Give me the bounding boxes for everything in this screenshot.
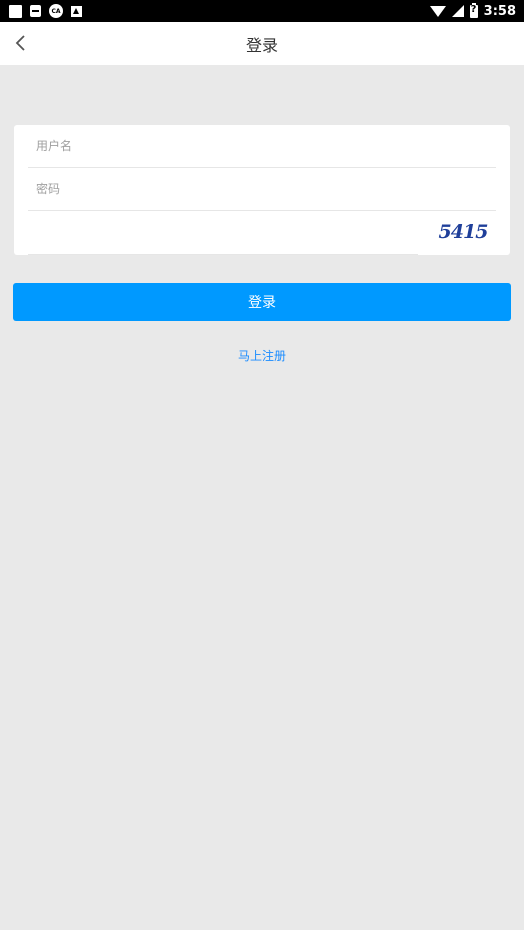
password-field-row xyxy=(28,168,496,211)
page-title: 登录 xyxy=(245,35,278,55)
sim-card-icon xyxy=(30,5,41,17)
nav-bar: 登录 xyxy=(0,22,524,65)
username-field-row xyxy=(28,125,496,168)
username-input[interactable] xyxy=(28,139,496,153)
battery-icon xyxy=(469,2,478,18)
status-right-icons: 3:58 xyxy=(429,2,516,19)
captcha-graphic: 5415 xyxy=(439,221,490,243)
login-button[interactable]: 登录 xyxy=(13,283,511,321)
status-left-icons: CA xyxy=(9,4,82,18)
login-button-label: 登录 xyxy=(248,295,276,311)
back-button[interactable] xyxy=(10,32,32,54)
cloud-app-icon: CA xyxy=(49,4,63,18)
notification-square-icon xyxy=(9,4,22,18)
captcha-field-row xyxy=(28,211,418,255)
status-bar: CA 3:58 xyxy=(0,0,524,22)
cellular-signal-icon xyxy=(451,5,464,17)
captcha-image[interactable]: 5415 xyxy=(430,219,496,245)
register-link-label: 马上注册 xyxy=(237,349,286,363)
captcha-input[interactable] xyxy=(28,225,418,240)
warning-icon xyxy=(71,5,82,17)
register-link[interactable]: 马上注册 xyxy=(0,347,524,364)
wifi-icon xyxy=(429,5,446,17)
password-input[interactable] xyxy=(28,182,496,196)
login-form: 5415 xyxy=(14,125,510,255)
chevron-left-icon xyxy=(15,35,25,51)
status-time: 3:58 xyxy=(483,3,516,19)
captcha-text: 5415 xyxy=(439,221,489,243)
